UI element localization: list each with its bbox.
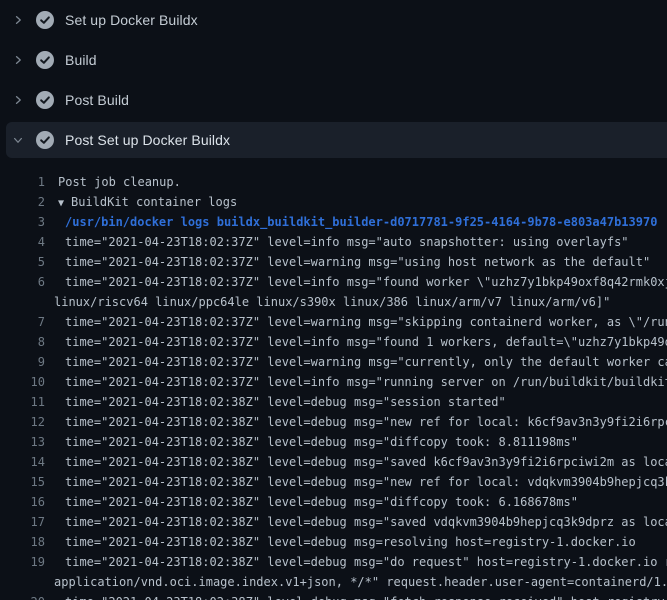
check-circle-icon	[36, 11, 54, 29]
chevron-right-icon[interactable]	[12, 94, 24, 106]
log-line: 8time="2021-04-23T18:02:37Z" level=info …	[0, 332, 667, 352]
step-list: Set up Docker Buildx Build Post Build Post …	[0, 0, 667, 158]
log-line: 18time="2021-04-23T18:02:38Z" level=debu…	[0, 532, 667, 552]
line-number[interactable]: 1	[0, 172, 45, 192]
actions-log-viewer: Set up Docker Buildx Build Post Build Post …	[0, 0, 667, 600]
log-text: time="2021-04-23T18:02:38Z" level=debug …	[0, 412, 667, 432]
log-line: 20time="2021-04-23T18:02:38Z" level=debu…	[0, 592, 667, 600]
step-row-set-up-docker-buildx[interactable]: Set up Docker Buildx	[0, 0, 667, 40]
check-circle-icon	[36, 91, 54, 109]
log-line: 14time="2021-04-23T18:02:38Z" level=debu…	[0, 452, 667, 472]
line-number[interactable]: 9	[0, 352, 45, 372]
log-text: time="2021-04-23T18:02:38Z" level=debug …	[0, 512, 667, 532]
log-command-text: /usr/bin/docker logs buildx_buildkit_bui…	[0, 212, 667, 232]
line-number[interactable]: 19	[0, 552, 45, 572]
log-text: time="2021-04-23T18:02:37Z" level=warnin…	[0, 252, 667, 272]
log-text: time="2021-04-23T18:02:38Z" level=debug …	[0, 532, 667, 552]
line-number[interactable]: 12	[0, 412, 45, 432]
step-row-post-set-up-docker-buildx[interactable]: Post Set up Docker Buildx	[6, 122, 667, 158]
line-number[interactable]: 14	[0, 452, 45, 472]
line-number[interactable]: 15	[0, 472, 45, 492]
log-line: 16time="2021-04-23T18:02:38Z" level=debu…	[0, 492, 667, 512]
log-text: Post job cleanup.	[0, 172, 667, 192]
log-text: time="2021-04-23T18:02:37Z" level=warnin…	[0, 352, 667, 372]
log-line: 15time="2021-04-23T18:02:38Z" level=debu…	[0, 472, 667, 492]
line-number[interactable]: 8	[0, 332, 45, 352]
log-line: 12time="2021-04-23T18:02:38Z" level=debu…	[0, 412, 667, 432]
log-text: time="2021-04-23T18:02:38Z" level=debug …	[0, 472, 667, 492]
chevron-right-icon[interactable]	[12, 54, 24, 66]
log-text: time="2021-04-23T18:02:38Z" level=debug …	[0, 492, 667, 512]
log-text: time="2021-04-23T18:02:37Z" level=info m…	[0, 372, 667, 392]
step-label: Post Set up Docker Buildx	[65, 132, 230, 148]
log-text: time="2021-04-23T18:02:37Z" level=info m…	[0, 232, 667, 252]
log-text: time="2021-04-23T18:02:38Z" level=debug …	[0, 392, 667, 412]
check-circle-icon	[36, 51, 54, 69]
log-line: 6time="2021-04-23T18:02:37Z" level=info …	[0, 272, 667, 292]
log-group-toggle-icon[interactable]: ▼	[58, 194, 64, 214]
line-number[interactable]: 18	[0, 532, 45, 552]
log-line: 5time="2021-04-23T18:02:37Z" level=warni…	[0, 252, 667, 272]
step-label: Set up Docker Buildx	[65, 12, 198, 28]
line-number[interactable]: 6	[0, 272, 45, 292]
line-number[interactable]: 13	[0, 432, 45, 452]
check-circle-icon	[36, 131, 54, 149]
step-row-post-build[interactable]: Post Build	[0, 80, 667, 120]
log-line: application/vnd.oci.image.index.v1+json,…	[0, 572, 667, 592]
log-text: time="2021-04-23T18:02:37Z" level=info m…	[0, 332, 667, 352]
log-line: 9time="2021-04-23T18:02:37Z" level=warni…	[0, 352, 667, 372]
log-text: time="2021-04-23T18:02:38Z" level=debug …	[0, 592, 667, 600]
step-row-build[interactable]: Build	[0, 40, 667, 80]
log-line: 13time="2021-04-23T18:02:38Z" level=debu…	[0, 432, 667, 452]
log-text: time="2021-04-23T18:02:38Z" level=debug …	[0, 432, 667, 452]
log-text: time="2021-04-23T18:02:37Z" level=info m…	[0, 272, 667, 292]
chevron-down-icon[interactable]	[12, 134, 24, 146]
log-text: time="2021-04-23T18:02:38Z" level=debug …	[0, 552, 667, 572]
line-number[interactable]: 3	[0, 212, 45, 232]
log-line: 7time="2021-04-23T18:02:37Z" level=warni…	[0, 312, 667, 332]
log-line: 4time="2021-04-23T18:02:37Z" level=info …	[0, 232, 667, 252]
log-line: 2 ▼ BuildKit container logs	[0, 192, 667, 212]
line-number[interactable]: 20	[0, 592, 45, 600]
log-group-title: BuildKit container logs	[71, 195, 237, 209]
line-number[interactable]: 4	[0, 232, 45, 252]
log-line: 1Post job cleanup.	[0, 172, 667, 192]
log-group-header: ▼ BuildKit container logs	[0, 192, 667, 214]
log-text: time="2021-04-23T18:02:38Z" level=debug …	[0, 452, 667, 472]
line-number[interactable]: 17	[0, 512, 45, 532]
log-line: 3/usr/bin/docker logs buildx_buildkit_bu…	[0, 212, 667, 232]
log-line: 17time="2021-04-23T18:02:38Z" level=debu…	[0, 512, 667, 532]
log-line: 10time="2021-04-23T18:02:37Z" level=info…	[0, 372, 667, 392]
log-text: linux/riscv64 linux/ppc64le linux/s390x …	[0, 292, 667, 312]
log-text: application/vnd.oci.image.index.v1+json,…	[0, 572, 667, 592]
log-text: time="2021-04-23T18:02:37Z" level=warnin…	[0, 312, 667, 332]
line-number[interactable]: 16	[0, 492, 45, 512]
line-number[interactable]: 5	[0, 252, 45, 272]
chevron-right-icon[interactable]	[12, 14, 24, 26]
log-line: 11time="2021-04-23T18:02:38Z" level=debu…	[0, 392, 667, 412]
step-label: Build	[65, 52, 97, 68]
log-line: linux/riscv64 linux/ppc64le linux/s390x …	[0, 292, 667, 312]
line-number[interactable]: 2	[0, 192, 45, 212]
line-number[interactable]: 10	[0, 372, 45, 392]
step-label: Post Build	[65, 92, 129, 108]
line-number[interactable]: 11	[0, 392, 45, 412]
log-line: 19time="2021-04-23T18:02:38Z" level=debu…	[0, 552, 667, 572]
line-number[interactable]: 7	[0, 312, 45, 332]
log-area: 1Post job cleanup.2 ▼ BuildKit container l…	[0, 160, 667, 600]
